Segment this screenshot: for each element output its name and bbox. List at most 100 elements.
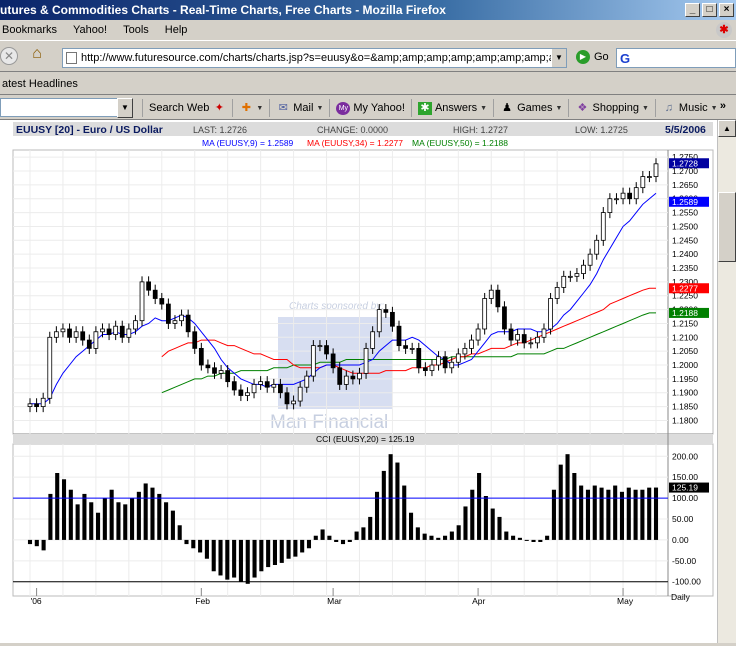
candle-body [429,364,435,371]
yahoo-star-button[interactable]: ✚ ▼ [232,99,269,117]
candle-body [172,320,178,324]
candle-body [146,281,151,291]
bookmarks-toolbar: atest Headlines [0,73,736,95]
price-tick-label: 1.2100 [672,332,698,342]
cci-bar [184,539,189,545]
cci-label: CCI (EUUSY,20) = 125.19 [316,434,415,444]
x-axis-label: Feb [195,596,210,606]
yahoo-games-button[interactable]: ♟ Games ▼ [493,99,568,117]
cci-bar [619,491,625,540]
candle-body [627,192,633,200]
cci-bar [266,539,271,568]
go-arrow-icon: ▶ [576,50,590,64]
minimize-button[interactable]: _ [685,3,700,17]
ma34-label: MA (EUUSY,34) = 1.2277 [307,138,403,148]
candle-body [225,370,231,383]
candle-body [139,281,145,322]
cci-tick-label: -100.00 [672,577,701,587]
chart-title: EUUSY [20] - Euro / US Dollar [16,124,163,136]
yahoo-music-button[interactable]: ♫ Music ▼ [654,99,724,117]
cci-bar [483,496,488,540]
cci-bar [395,462,400,540]
price-tick-label: 1.2650 [672,180,698,190]
chevron-down-icon: ▼ [555,104,563,112]
yahoo-my-yahoo-button[interactable]: My My Yahoo! [329,99,411,117]
price-tick-label: 1.2050 [672,346,698,356]
throbber-icon: ✱ [716,22,732,38]
cci-bar [653,487,659,540]
menu-bookmarks[interactable]: Bookmarks [2,24,57,36]
cci-bar [368,516,373,540]
bookmark-latest-headlines[interactable]: atest Headlines [2,78,78,90]
yahoo-mail-button[interactable]: ✉ Mail ▼ [269,99,329,117]
window-controls: _ □ × [685,3,734,17]
x-axis-label: Apr [472,596,485,606]
yahoo-answers-button[interactable]: ✱ Answers ▼ [410,99,493,117]
cci-bar [232,539,237,578]
go-button[interactable]: ▶ Go [576,50,609,64]
candle-body [600,212,606,241]
menu-yahoo[interactable]: Yahoo! [73,24,107,36]
search-input[interactable]: G [616,48,736,68]
home-icon[interactable]: ⌂ [26,45,48,67]
vertical-scrollbar[interactable]: ▲ [717,120,736,643]
candle-body [442,356,448,369]
yahoo-shopping-button[interactable]: ❖ Shopping ▼ [568,99,654,117]
candle-body [343,375,349,385]
candle-body [218,370,224,374]
menu-help[interactable]: Help [165,24,188,36]
cci-bar [109,489,114,540]
high-value: HIGH: 1.2727 [453,125,508,135]
cci-bar [626,487,631,540]
cci-tick-label: 100.00 [672,493,698,503]
maximize-button[interactable]: □ [702,3,717,17]
url-dropdown-icon[interactable]: ▼ [551,49,566,67]
candle-body [594,239,600,255]
cci-bar [613,485,618,540]
yahoo-search-web-button[interactable]: Search Web ✦ [142,99,232,117]
candle-body [416,347,422,369]
cci-tick-label: 0.00 [672,535,689,545]
toolbar-more-icon[interactable]: » [720,100,726,112]
cci-bar [82,493,87,540]
google-logo-icon: G [620,51,631,66]
star-icon: ✚ [241,101,251,114]
cci-bar [75,504,80,540]
price-chart: EUUSY [20] - Euro / US Dollar LAST: 1.27… [12,122,714,606]
yahoo-toolbar: ▼ Search Web ✦ ✚ ▼ ✉ Mail ▼ My My Yahoo!… [0,96,736,120]
cci-bar [259,539,264,572]
x-axis-label: May [617,596,634,606]
candle-body [548,298,553,330]
candle-body [119,325,125,338]
cci-bar [381,470,386,540]
low-value: LOW: 1.2725 [575,125,628,135]
cci-bar [429,535,434,540]
close-button[interactable]: × [719,3,734,17]
cci-bar [599,487,604,540]
shopping-icon: ❖ [577,101,588,114]
cci-bar [89,502,94,540]
cci-bar [497,516,502,540]
cci-bar [470,489,475,540]
cci-tick-label: 200.00 [672,451,698,461]
page-icon [66,52,77,64]
candle-body [488,289,494,299]
yahoo-search-input[interactable]: ▼ [0,98,133,118]
cci-tick-label: -50.00 [672,556,696,566]
stop-icon[interactable]: ✕ [0,47,18,65]
yahoo-search-dropdown-icon[interactable]: ▼ [117,98,133,118]
menu-tools[interactable]: Tools [123,24,149,36]
price-tick-label: 1.2550 [672,208,698,218]
price-tick-label: 1.1850 [672,402,698,412]
sponsor-name: Man Financial [270,412,388,433]
url-input[interactable]: http://www.futuresource.com/charts/chart… [62,48,567,68]
price-tick-label: 1.2150 [672,318,698,328]
cci-bar [565,454,570,540]
url-text: http://www.futuresource.com/charts/chart… [81,52,567,64]
scroll-up-icon[interactable]: ▲ [718,120,736,137]
candle-body [383,309,389,313]
candle-body [633,187,639,200]
cci-bar [164,502,169,540]
cci-bar [55,473,60,540]
scroll-thumb[interactable] [718,192,736,262]
